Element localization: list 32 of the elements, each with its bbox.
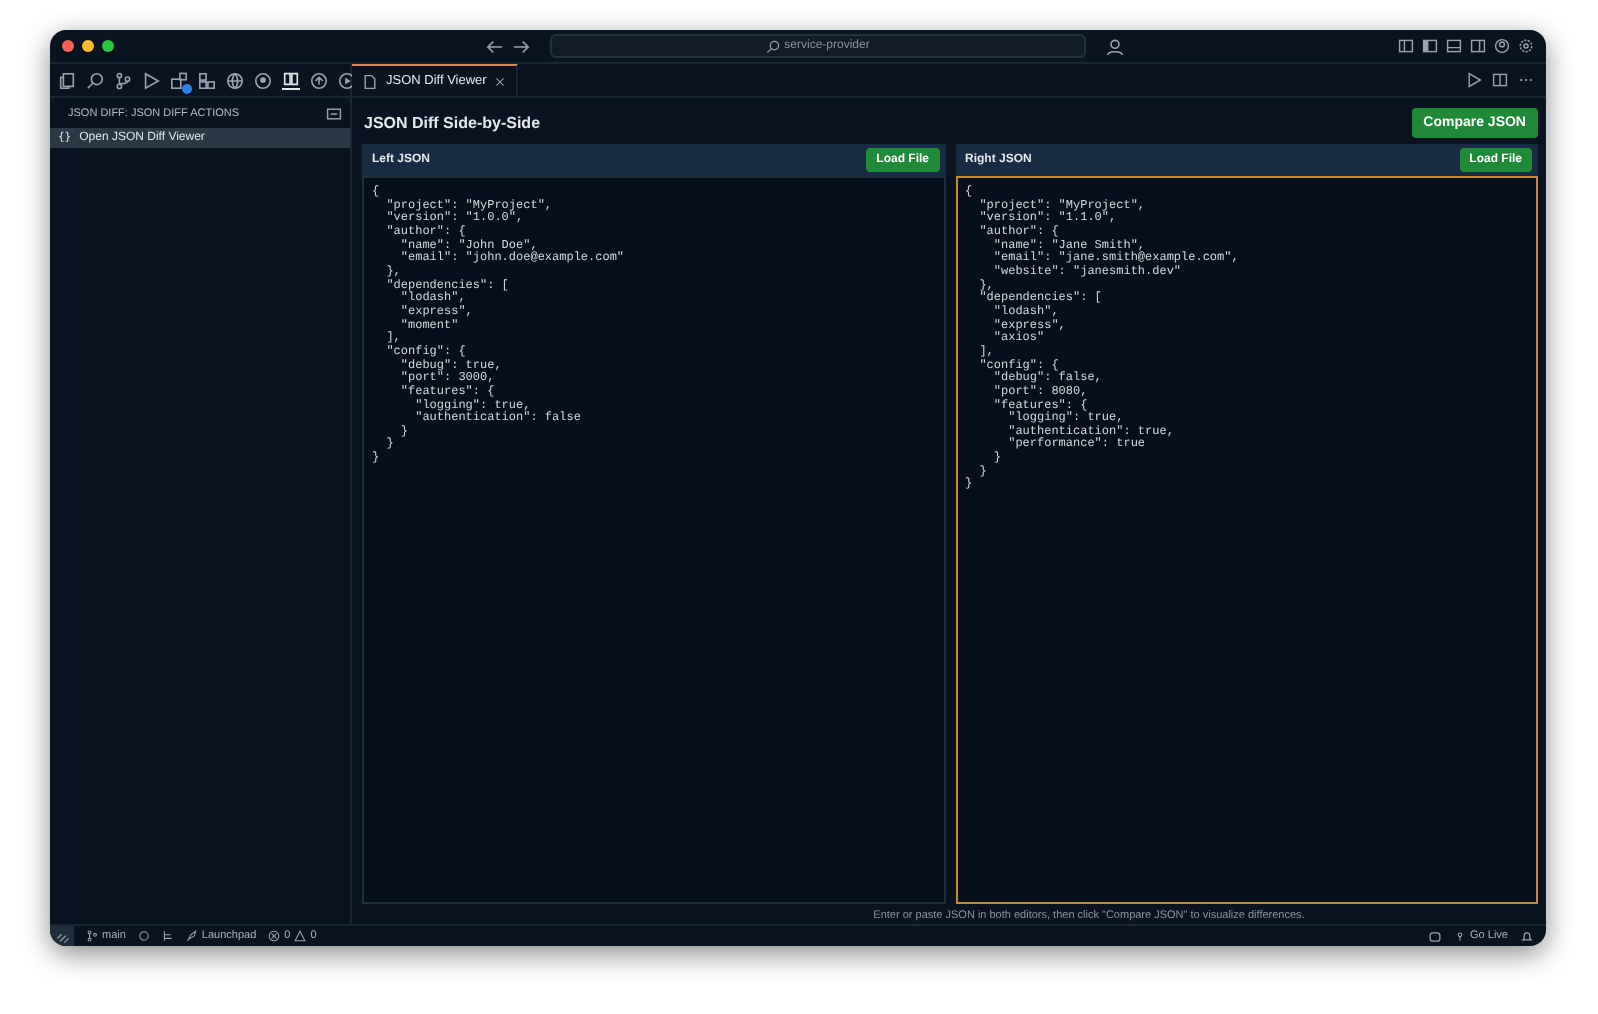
panel-icon[interactable] [1446, 38, 1462, 54]
layout-icon[interactable] [1398, 38, 1414, 54]
bell-icon[interactable] [1520, 929, 1534, 943]
run-icon[interactable] [1466, 72, 1482, 88]
files-icon[interactable] [58, 71, 76, 89]
notification-badge [182, 83, 192, 93]
warning-icon [294, 930, 307, 942]
minimize-button[interactable] [82, 40, 94, 52]
sidebar-icon[interactable] [1470, 38, 1486, 54]
search-icon [766, 39, 781, 53]
branch-icon [86, 930, 98, 942]
back-arrow-icon[interactable] [486, 37, 504, 55]
maximize-button[interactable] [102, 40, 114, 52]
split-editor-icon[interactable] [1492, 72, 1508, 88]
extensions-icon[interactable] [198, 71, 216, 89]
settings-icon[interactable] [1518, 38, 1534, 54]
remote-button[interactable] [50, 926, 74, 946]
upload-icon[interactable] [310, 71, 328, 89]
search-icon[interactable] [86, 71, 104, 89]
sidebar-icon[interactable] [1422, 38, 1438, 54]
diff-icon[interactable] [282, 70, 300, 90]
extensions-icon[interactable] [170, 71, 188, 89]
forward-arrow-icon[interactable] [512, 37, 530, 55]
collapse-icon[interactable] [326, 106, 342, 122]
remote-icon [55, 929, 69, 943]
close-button[interactable] [62, 40, 74, 52]
globe-icon[interactable] [226, 71, 244, 89]
page-heading: JSON Diff Side-by-Side [364, 114, 541, 132]
error-icon [268, 930, 281, 942]
file-icon [362, 73, 378, 89]
close-icon[interactable] [494, 75, 507, 87]
branch-icon[interactable] [114, 71, 132, 89]
